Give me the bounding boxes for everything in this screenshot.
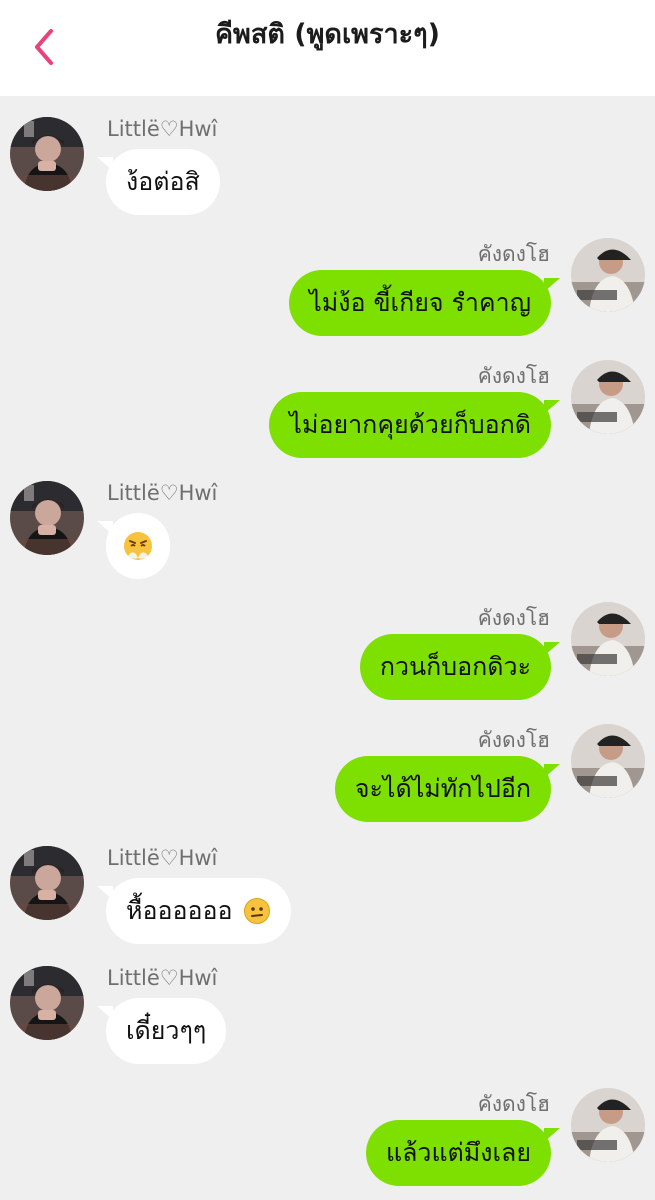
avatar[interactable]	[571, 238, 645, 312]
avatar[interactable]	[10, 117, 84, 191]
message-text: เดี๋ยวๆๆ	[126, 1016, 207, 1045]
outgoing-message-bubble[interactable]: แล้วแต่มึงเลย	[365, 1120, 561, 1186]
chat-title: คีพสติ (พูดเพราะๆ)	[215, 19, 440, 50]
message-row: Littlë♡Hwî เดี๋ยวๆๆ	[0, 966, 655, 1066]
message-text: กวนก็บอกดิวะ	[379, 652, 531, 681]
sender-name: คังดงโฮ	[477, 606, 550, 630]
avatar[interactable]	[571, 724, 645, 798]
avatar[interactable]	[10, 966, 84, 1040]
message-row: Littlë♡Hwî ง้อต่อสิ	[0, 117, 655, 217]
sender-name: Littlë♡Hwî	[107, 966, 218, 990]
sender-name: Littlë♡Hwî	[107, 117, 218, 141]
incoming-message-bubble[interactable]	[97, 513, 170, 579]
incoming-message-bubble[interactable]: ง้อต่อสิ	[97, 149, 220, 215]
chat-header: คีพสติ (พูดเพราะๆ)	[0, 0, 655, 96]
sender-name: คังดงโฮ	[477, 242, 550, 266]
message-row: คังดงโฮ แล้วแต่มึงเลย	[0, 1088, 655, 1188]
sender-name: คังดงโฮ	[477, 1092, 550, 1116]
outgoing-message-bubble[interactable]: ไม่ง้อ ขี้เกียจ รำคาญ	[289, 270, 560, 336]
incoming-message-bubble[interactable]: หื้ออออออ	[97, 878, 291, 944]
message-text: จะได้ไม่ทักไปอีก	[354, 774, 531, 803]
sender-name: คังดงโฮ	[477, 364, 550, 388]
pouting-face-emoji	[124, 532, 152, 560]
message-row: คังดงโฮ ไม่อยากคุยด้วยก็บอกดิ	[0, 360, 655, 460]
avatar[interactable]	[10, 846, 84, 920]
chevron-left-icon	[35, 29, 53, 65]
message-text: ไม่อยากคุยด้วยก็บอกดิ	[289, 410, 531, 439]
back-button[interactable]	[22, 22, 66, 72]
message-text: แล้วแต่มึงเลย	[385, 1138, 531, 1167]
sender-name: Littlë♡Hwî	[107, 481, 218, 505]
message-text: ง้อต่อสิ	[126, 167, 200, 196]
sender-name: Littlë♡Hwî	[107, 846, 218, 870]
message-text: ไม่ง้อ ขี้เกียจ รำคาญ	[309, 288, 531, 317]
avatar[interactable]	[10, 481, 84, 555]
message-row: Littlë♡Hwî หื้ออออออ	[0, 846, 655, 946]
outgoing-message-bubble[interactable]: กวนก็บอกดิวะ	[359, 634, 561, 700]
message-row: Littlë♡Hwî	[0, 481, 655, 581]
neutral-face-emoji	[243, 898, 270, 924]
message-text: หื้ออออออ	[126, 896, 233, 925]
outgoing-message-bubble[interactable]: ไม่อยากคุยด้วยก็บอกดิ	[269, 392, 560, 458]
message-row: คังดงโฮ จะได้ไม่ทักไปอีก	[0, 724, 655, 824]
avatar[interactable]	[571, 602, 645, 676]
avatar[interactable]	[571, 1088, 645, 1162]
message-row: คังดงโฮ ไม่ง้อ ขี้เกียจ รำคาญ	[0, 238, 655, 338]
sender-name: คังดงโฮ	[477, 728, 550, 752]
avatar[interactable]	[571, 360, 645, 434]
message-row: คังดงโฮ กวนก็บอกดิวะ	[0, 602, 655, 702]
outgoing-message-bubble[interactable]: จะได้ไม่ทักไปอีก	[334, 756, 561, 822]
incoming-message-bubble[interactable]: เดี๋ยวๆๆ	[96, 998, 227, 1064]
